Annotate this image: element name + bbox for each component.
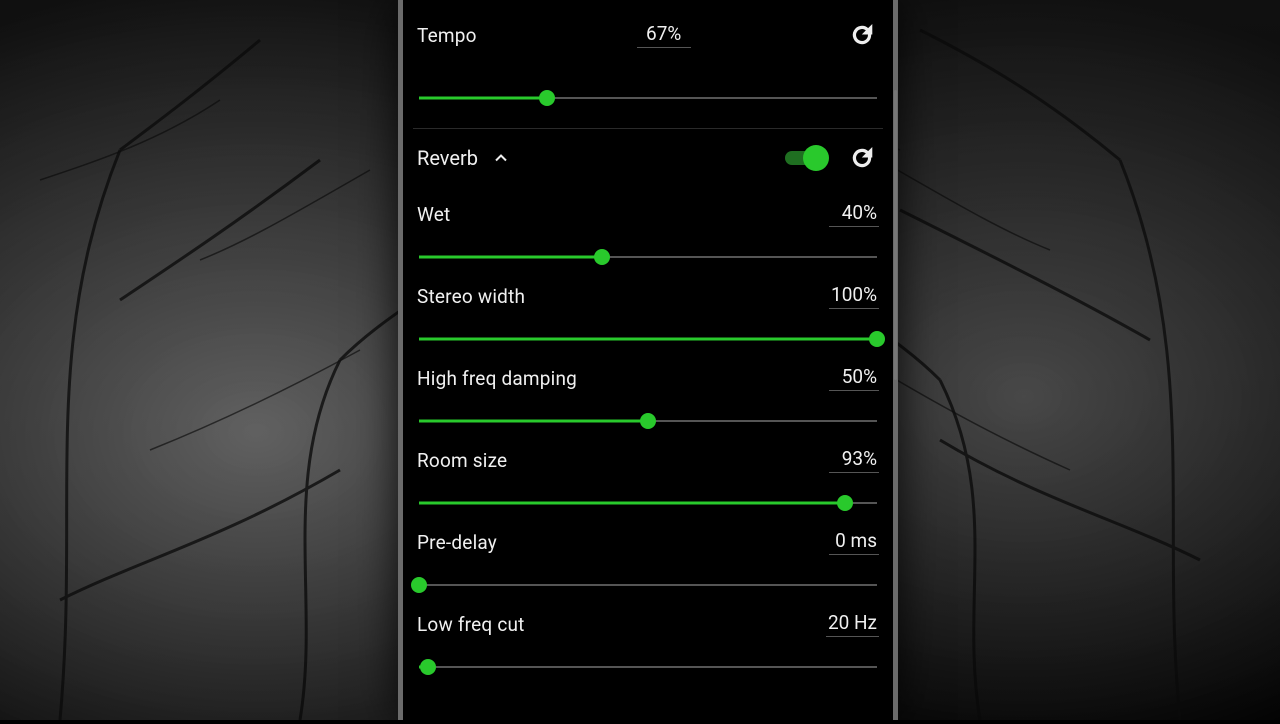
reverb-room_size-block: Room size 93%	[413, 447, 883, 511]
tempo-reset-button[interactable]	[845, 18, 879, 52]
reverb-room_size-label: Room size	[417, 449, 507, 472]
refresh-icon	[849, 22, 875, 48]
reverb-pre_delay-label: Pre-delay	[417, 531, 497, 554]
reverb-room_size-slider-thumb[interactable]	[837, 495, 853, 511]
reverb-title: Reverb	[417, 146, 478, 170]
reverb-params: Wet 40% Stereo width 100% High freq damping 5…	[413, 201, 883, 675]
reverb-room_size-slider[interactable]	[419, 495, 877, 511]
reverb-toggle[interactable]	[783, 144, 827, 172]
reverb-stereo_width-slider-thumb[interactable]	[869, 331, 885, 347]
phone-frame: Tempo 67% Reverb	[398, 0, 898, 720]
reverb-hf_damping-label: High freq damping	[417, 367, 577, 390]
reverb-wet-slider[interactable]	[419, 249, 877, 265]
reverb-wet-label: Wet	[417, 203, 450, 226]
reverb-low_freq_cut-slider[interactable]	[419, 659, 877, 675]
reverb-pre_delay-block: Pre-delay 0 ms	[413, 529, 883, 593]
reverb-reset-button[interactable]	[845, 141, 879, 175]
reverb-hf_damping-block: High freq damping 50%	[413, 365, 883, 429]
reverb-stereo_width-value[interactable]: 100%	[829, 283, 879, 309]
chevron-up-icon	[491, 148, 511, 168]
tempo-label: Tempo	[417, 24, 477, 47]
reverb-stereo_width-label: Stereo width	[417, 285, 525, 308]
reverb-wet-value[interactable]: 40%	[829, 201, 879, 227]
tempo-slider-thumb[interactable]	[539, 90, 555, 106]
settings-panel: Tempo 67% Reverb	[413, 0, 883, 720]
reverb-wet-slider-thumb[interactable]	[594, 249, 610, 265]
reverb-pre_delay-slider[interactable]	[419, 577, 877, 593]
reverb-collapse-button[interactable]	[488, 145, 514, 171]
reverb-wet-block: Wet 40%	[413, 201, 883, 265]
reverb-low_freq_cut-label: Low freq cut	[417, 613, 525, 636]
reverb-room_size-value[interactable]: 93%	[829, 447, 879, 473]
reverb-hf_damping-value[interactable]: 50%	[829, 365, 879, 391]
reverb-stereo_width-slider[interactable]	[419, 331, 877, 347]
scrollbar[interactable]	[894, 90, 897, 380]
reverb-low_freq_cut-value[interactable]: 20 Hz	[826, 611, 879, 637]
reverb-low_freq_cut-block: Low freq cut 20 Hz	[413, 611, 883, 675]
reverb-pre_delay-slider-thumb[interactable]	[411, 577, 427, 593]
reverb-header: Reverb	[413, 141, 883, 175]
tempo-value[interactable]: 67%	[637, 22, 691, 48]
reverb-pre_delay-value[interactable]: 0 ms	[829, 529, 879, 555]
reverb-hf_damping-slider[interactable]	[419, 413, 877, 429]
refresh-icon	[849, 145, 875, 171]
reverb-stereo_width-block: Stereo width 100%	[413, 283, 883, 347]
reverb-hf_damping-slider-thumb[interactable]	[640, 413, 656, 429]
tempo-block: Tempo 67%	[413, 0, 883, 106]
section-divider	[413, 128, 883, 129]
tempo-slider[interactable]	[419, 90, 877, 106]
reverb-low_freq_cut-slider-thumb[interactable]	[420, 659, 436, 675]
